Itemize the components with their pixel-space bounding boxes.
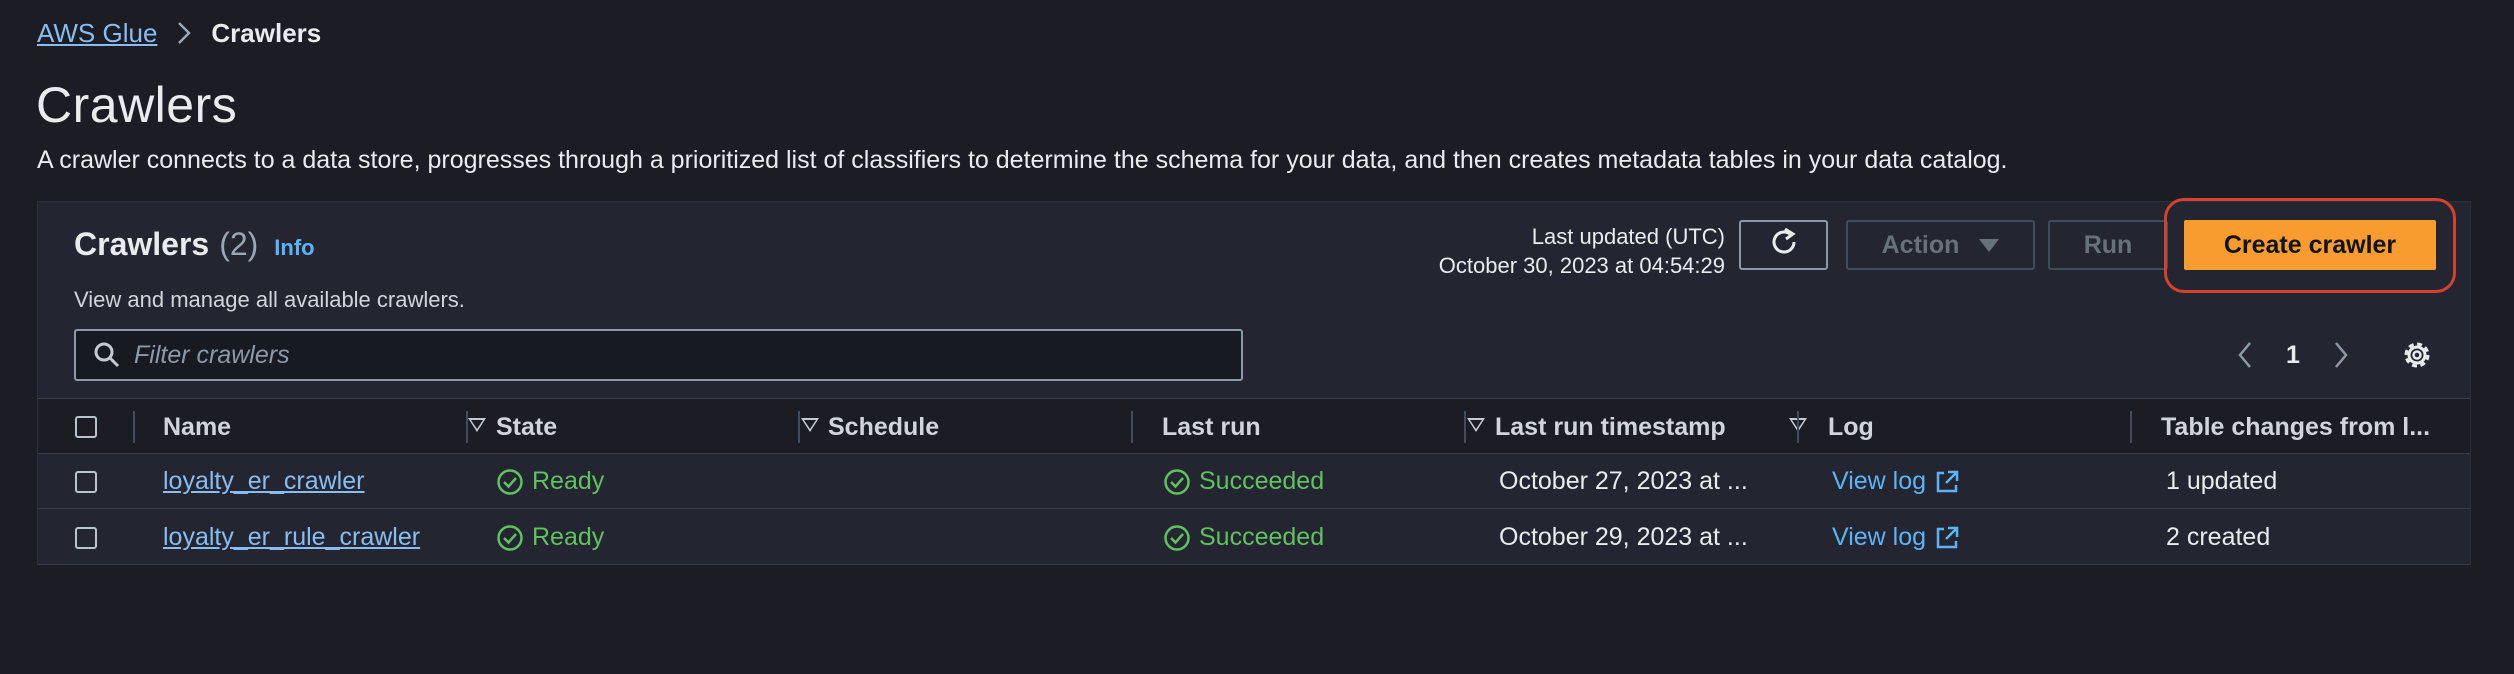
page-number[interactable]: 1 bbox=[2286, 341, 2300, 370]
column-header-log-label: Log bbox=[1828, 412, 1874, 441]
column-divider bbox=[466, 411, 468, 443]
check-circle-icon bbox=[1164, 468, 1190, 495]
select-all-checkbox[interactable] bbox=[75, 416, 97, 438]
breadcrumb: AWS Glue Crawlers bbox=[37, 16, 321, 50]
state-cell: Ready bbox=[496, 510, 604, 565]
column-header-name[interactable]: Name bbox=[163, 399, 500, 455]
check-circle-icon bbox=[497, 524, 523, 551]
state-value: Ready bbox=[532, 467, 605, 495]
sort-icon bbox=[1467, 418, 1485, 432]
column-header-last-run-timestamp[interactable]: Last run timestamp bbox=[1495, 399, 1821, 455]
run-button[interactable]: Run bbox=[2048, 220, 2168, 270]
panel-subtitle: View and manage all available crawlers. bbox=[74, 287, 465, 312]
table-header: Name State Schedule Last run Last run ti… bbox=[38, 398, 2470, 454]
select-all-checkbox-cell bbox=[75, 399, 97, 455]
column-header-table-changes-label: Table changes from l... bbox=[2161, 412, 2431, 441]
panel-title-text: Crawlers bbox=[74, 226, 210, 262]
sort-icon bbox=[468, 418, 486, 432]
last-run-timestamp-cell: October 29, 2023 at ... bbox=[1499, 523, 1748, 551]
column-header-name-label: Name bbox=[163, 412, 232, 441]
row-checkbox-cell bbox=[75, 510, 97, 565]
sort-icon bbox=[801, 418, 819, 432]
column-divider bbox=[1464, 411, 1466, 443]
create-crawler-button[interactable]: Create crawler bbox=[2184, 220, 2436, 270]
column-header-last-run-timestamp-label: Last run timestamp bbox=[1495, 412, 1726, 441]
table-changes-cell: 1 updated bbox=[2166, 467, 2278, 495]
column-divider bbox=[1797, 411, 1799, 443]
last-run-value: Succeeded bbox=[1199, 467, 1325, 495]
page-description: A crawler connects to a data store, prog… bbox=[37, 146, 2008, 174]
last-run-value: Succeeded bbox=[1199, 523, 1325, 551]
column-header-last-run-label: Last run bbox=[1162, 412, 1261, 441]
column-header-state-label: State bbox=[496, 412, 558, 441]
row-checkbox[interactable] bbox=[75, 526, 97, 549]
column-divider bbox=[133, 411, 135, 443]
check-circle-icon bbox=[497, 468, 523, 495]
external-link-icon bbox=[1936, 470, 1959, 492]
column-header-log[interactable]: Log bbox=[1828, 399, 2128, 455]
next-page-icon[interactable] bbox=[2326, 335, 2356, 375]
external-link-icon bbox=[1936, 526, 1959, 548]
column-header-table-changes[interactable]: Table changes from l... bbox=[2161, 399, 2461, 455]
search-icon bbox=[92, 340, 122, 370]
page-title: Crawlers bbox=[36, 77, 238, 133]
crawler-name-link[interactable]: loyalty_er_crawler bbox=[163, 467, 364, 496]
crawler-count: (2) bbox=[219, 226, 259, 262]
pagination: 1 bbox=[2230, 332, 2356, 378]
last-run-cell: Succeeded bbox=[1163, 454, 1324, 509]
table-row[interactable]: loyalty_er_crawler Ready Succeeded Octob… bbox=[38, 454, 2470, 509]
caret-down-icon bbox=[1979, 238, 2000, 252]
info-link[interactable]: Info bbox=[274, 235, 314, 261]
column-header-last-run[interactable]: Last run bbox=[1162, 399, 1499, 455]
panel-title: Crawlers (2) Info bbox=[74, 226, 315, 263]
column-divider bbox=[2130, 411, 2132, 443]
column-header-schedule[interactable]: Schedule bbox=[828, 399, 1128, 455]
last-run-cell: Succeeded bbox=[1163, 510, 1324, 565]
last-updated: Last updated (UTC) October 30, 2023 at 0… bbox=[1439, 222, 1725, 280]
previous-page-icon[interactable] bbox=[2230, 335, 2260, 375]
refresh-button[interactable] bbox=[1739, 220, 1828, 270]
refresh-icon bbox=[1768, 226, 1800, 265]
chevron-right-icon bbox=[177, 21, 192, 45]
action-dropdown-button[interactable]: Action bbox=[1846, 220, 2035, 270]
view-log-label: View log bbox=[1832, 523, 1927, 551]
filter-search bbox=[74, 329, 1243, 381]
gear-icon[interactable] bbox=[2397, 335, 2437, 375]
breadcrumb-current: Crawlers bbox=[211, 17, 322, 48]
row-checkbox[interactable] bbox=[75, 470, 97, 493]
column-header-schedule-label: Schedule bbox=[828, 412, 940, 441]
column-header-state[interactable]: State bbox=[496, 399, 833, 455]
view-log-link[interactable]: View log bbox=[1832, 454, 1960, 509]
state-value: Ready bbox=[532, 523, 605, 551]
breadcrumb-aws-glue[interactable]: AWS Glue bbox=[37, 18, 157, 49]
state-cell: Ready bbox=[496, 454, 604, 509]
action-label: Action bbox=[1881, 230, 1960, 259]
row-checkbox-cell bbox=[75, 454, 97, 509]
view-log-link[interactable]: View log bbox=[1832, 510, 1960, 565]
table-changes-cell: 2 created bbox=[2166, 523, 2271, 551]
crawler-name-link[interactable]: loyalty_er_rule_crawler bbox=[163, 523, 420, 552]
column-divider bbox=[1131, 411, 1133, 443]
table-row[interactable]: loyalty_er_rule_crawler Ready Succeeded … bbox=[38, 510, 2470, 565]
last-updated-value: October 30, 2023 at 04:54:29 bbox=[1438, 253, 1725, 278]
check-circle-icon bbox=[1164, 524, 1190, 551]
view-log-label: View log bbox=[1832, 467, 1927, 495]
last-updated-label: Last updated (UTC) bbox=[1531, 224, 1725, 249]
column-divider bbox=[798, 411, 800, 443]
filter-crawlers-input[interactable] bbox=[134, 340, 1214, 370]
last-run-timestamp-cell: October 27, 2023 at ... bbox=[1499, 467, 1748, 495]
crawlers-panel: Crawlers (2) Info View and manage all av… bbox=[37, 198, 2471, 565]
